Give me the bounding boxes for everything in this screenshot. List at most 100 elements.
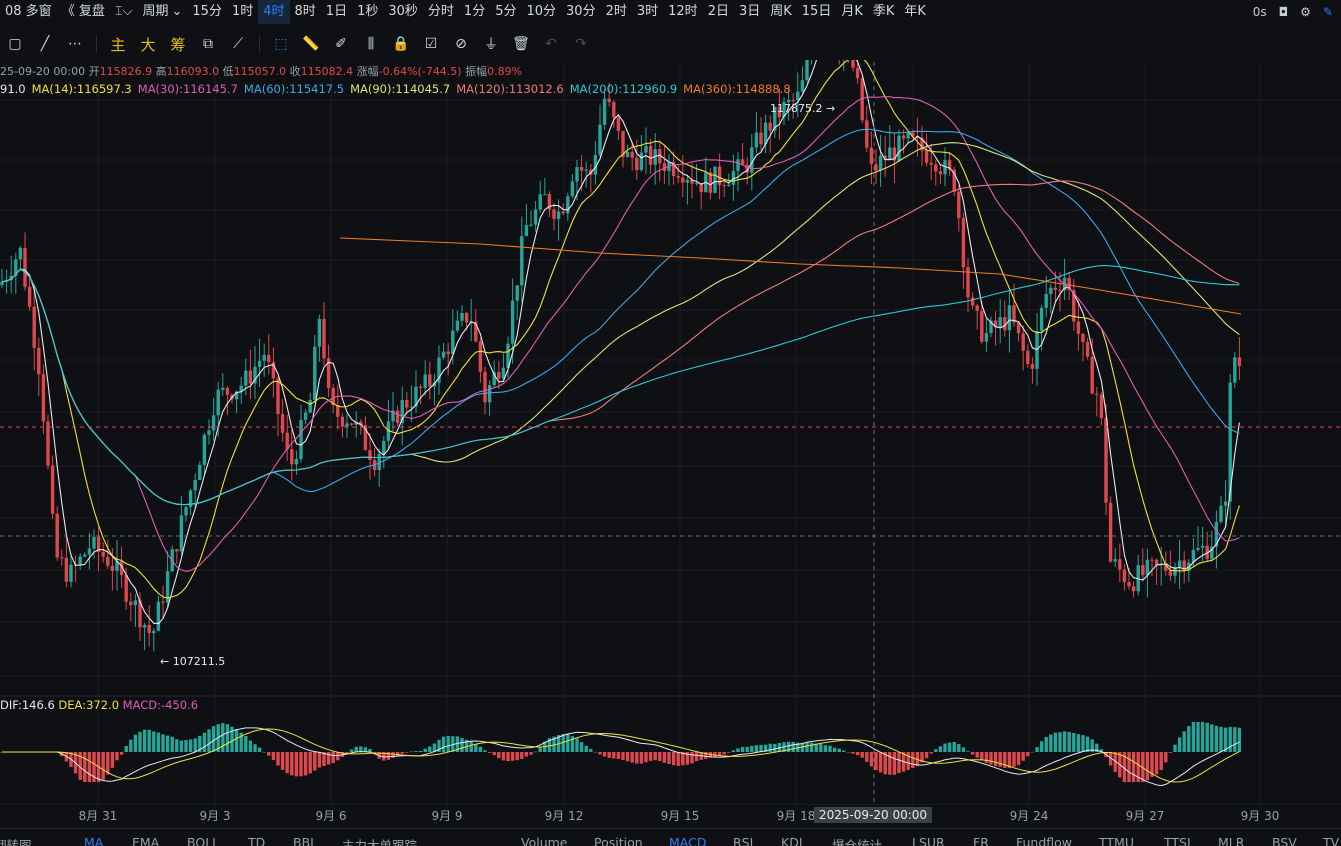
settings-icon[interactable]: ⚙: [1300, 5, 1311, 19]
period-12h[interactable]: 12时: [663, 0, 703, 24]
period-3d[interactable]: 3日: [734, 0, 765, 24]
period-2h[interactable]: 2时: [601, 0, 632, 24]
indicator-tab[interactable]: EMA: [132, 835, 159, 846]
period-3h[interactable]: 3时: [632, 0, 663, 24]
redo-icon[interactable]: ↷: [566, 30, 596, 58]
candle-body: [736, 159, 740, 171]
period-1d[interactable]: 1日: [321, 0, 352, 24]
macd-bar: [602, 752, 607, 757]
candle-type-icon[interactable]: ⫼: [356, 30, 386, 58]
indicator-icon[interactable]: ⌶⌵: [110, 0, 138, 24]
indicator-tab[interactable]: BOLL: [187, 835, 219, 846]
macd-bar: [175, 739, 179, 752]
indicator-tab[interactable]: KDJ: [781, 835, 803, 846]
candle-body: [957, 191, 961, 219]
measure-icon[interactable]: ⟋: [223, 30, 253, 58]
indicator-tab[interactable]: TTMU: [1099, 835, 1134, 846]
period-15m[interactable]: 15分: [187, 0, 227, 24]
candle-body: [524, 225, 529, 237]
candlestick-chart[interactable]: [0, 60, 1341, 805]
period-1s[interactable]: 1秒: [352, 0, 383, 24]
indicator-tab[interactable]: TD: [248, 835, 265, 846]
candle-body: [92, 536, 96, 549]
pen-icon[interactable]: ✐: [326, 30, 356, 58]
candle-body: [1104, 418, 1108, 503]
period-1m[interactable]: 1分: [459, 0, 490, 24]
layout-icon[interactable]: ▢: [0, 30, 30, 58]
macd-bar: [460, 738, 464, 752]
macd-bar: [989, 752, 993, 765]
filter-icon[interactable]: ⏚: [476, 30, 506, 58]
period-30m[interactable]: 30分: [561, 0, 601, 24]
macd-bar: [510, 752, 515, 761]
period-2d[interactable]: 2日: [703, 0, 734, 24]
macd-bar: [1237, 727, 1242, 752]
macd-bar: [842, 750, 846, 752]
macd-bar: [998, 752, 1002, 767]
macd-bar: [211, 726, 216, 752]
indicator-tab[interactable]: MLR: [1218, 835, 1244, 846]
macd-bar: [589, 748, 593, 752]
indicator-tab[interactable]: FR: [973, 835, 989, 846]
macd-bar: [625, 752, 630, 762]
indicator-tab[interactable]: BSV: [1272, 835, 1297, 846]
indicator-tab[interactable]: RSI: [733, 835, 753, 846]
candle-body: [515, 285, 519, 301]
period-1h[interactable]: 1时: [227, 0, 258, 24]
camera-icon[interactable]: ◘: [1279, 5, 1289, 19]
period-8h[interactable]: 8时: [290, 0, 321, 24]
candle-body: [929, 162, 933, 165]
lock-icon[interactable]: 🔒: [386, 30, 416, 58]
period-1y[interactable]: 年K: [899, 0, 931, 24]
period-1q[interactable]: 季K: [868, 0, 900, 24]
period-1w[interactable]: 周K: [765, 0, 797, 24]
indicator-tab[interactable]: Position: [594, 835, 643, 846]
indicator-tab[interactable]: Volume: [521, 835, 568, 846]
candle-body: [1177, 560, 1182, 568]
indicator-tab-macd[interactable]: MACD: [669, 835, 706, 846]
period-1mo[interactable]: 月K: [836, 0, 868, 24]
candle-body: [754, 132, 759, 148]
indicator-tab[interactable]: Fundflow: [1016, 835, 1072, 846]
period-30s[interactable]: 30秒: [383, 0, 423, 24]
candle-body: [616, 117, 621, 131]
indicator-tab[interactable]: LSUR: [912, 835, 945, 846]
period-timeshare[interactable]: 分时: [423, 0, 459, 24]
indicator-tab-ma[interactable]: MA: [84, 835, 103, 846]
cursor-icon[interactable]: ⬚: [266, 30, 296, 58]
period-4h[interactable]: 4时: [258, 0, 290, 24]
indicator-tab[interactable]: BBI: [293, 835, 314, 846]
main-indicator-button[interactable]: 主: [103, 30, 133, 58]
large-order-button[interactable]: 大: [133, 30, 163, 58]
candle-body: [405, 400, 409, 408]
magnet-icon[interactable]: ⊘: [446, 30, 476, 58]
trash-icon[interactable]: 🗑: [506, 30, 536, 58]
chip-distribution-button[interactable]: 筹: [163, 30, 193, 58]
period-15d[interactable]: 15日: [797, 0, 837, 24]
indicator-tab[interactable]: 主力大单跟踪: [342, 835, 417, 846]
macd-bar: [506, 752, 510, 761]
indicator-tab[interactable]: TTSI: [1164, 835, 1191, 846]
ohlc-date: 25-09-20 00:00: [0, 65, 86, 78]
replay-button[interactable]: 《 复盘: [57, 0, 110, 24]
trendline-icon[interactable]: ╱: [30, 30, 60, 58]
multi-window-button[interactable]: 08 多窗: [0, 0, 57, 24]
template-icon[interactable]: ☑: [416, 30, 446, 58]
period-10m[interactable]: 10分: [521, 0, 561, 24]
period-dropdown[interactable]: 周期 ⌄: [137, 0, 187, 24]
edit-icon[interactable]: ✎: [1323, 5, 1333, 19]
macd-bar: [943, 743, 947, 752]
period-5m[interactable]: 5分: [490, 0, 521, 24]
indicator-tab[interactable]: 翻转图: [0, 835, 32, 846]
more-icon[interactable]: ⋯: [60, 30, 90, 58]
indicator-tab[interactable]: 爆仓统计: [832, 835, 882, 846]
undo-icon[interactable]: ↶: [536, 30, 566, 58]
ruler-icon[interactable]: 📏: [296, 30, 326, 58]
compare-icon[interactable]: ⧉: [193, 30, 223, 58]
candle-body: [193, 480, 197, 491]
indicator-tab[interactable]: TV: [1323, 835, 1339, 846]
x-tick: 9月 9: [431, 809, 463, 823]
x-tick: 9月 24: [1009, 809, 1049, 823]
macd-bar: [285, 752, 289, 774]
macd-bar: [1159, 752, 1163, 771]
